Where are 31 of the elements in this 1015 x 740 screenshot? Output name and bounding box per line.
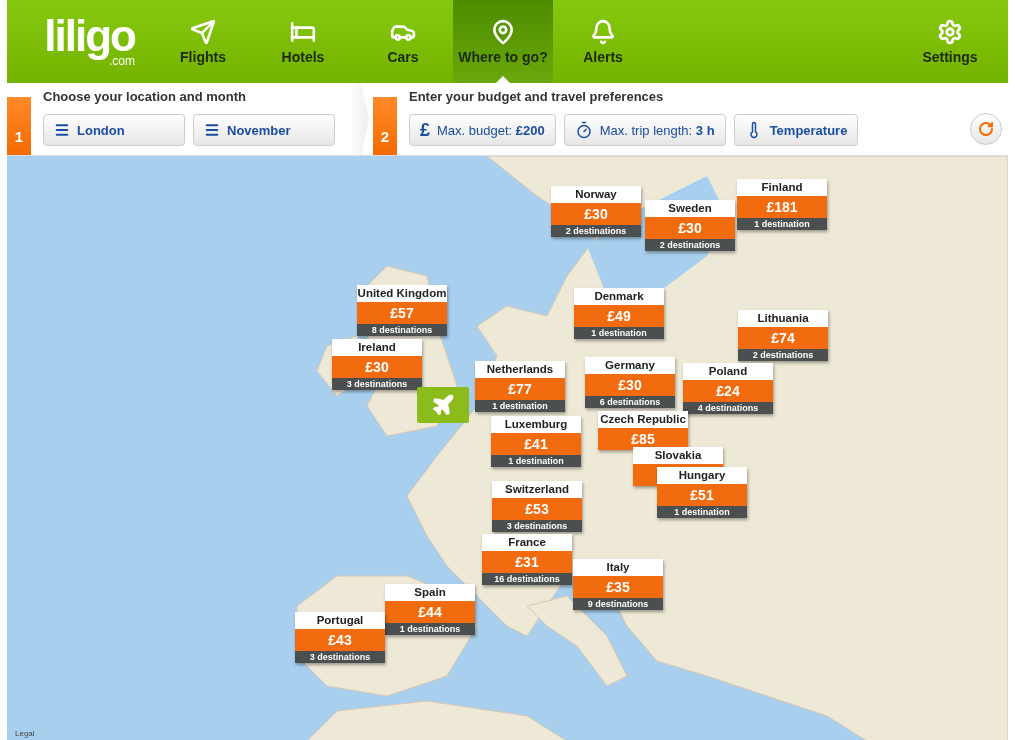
pound-sign-icon: £ [420, 119, 430, 141]
settings-tab[interactable]: Settings [900, 0, 1000, 83]
bell-icon [590, 18, 616, 45]
refresh-icon [978, 121, 994, 137]
step-number: 2 [373, 97, 397, 155]
filter-button[interactable]: Temperature [733, 114, 859, 146]
paper-plane-icon [190, 18, 216, 45]
filter-button[interactable]: £ Max. budget: £200 [409, 114, 556, 146]
dropdown-button[interactable]: London [43, 114, 185, 146]
nav-tab[interactable]: Where to go? [453, 0, 553, 83]
dropdown-button[interactable]: November [193, 114, 335, 146]
menu-icon [54, 122, 70, 138]
tab-pointer [496, 76, 510, 83]
filter-button[interactable]: Max. trip length: 3 h [563, 114, 726, 146]
step-number: 1 [7, 97, 31, 155]
map-pin-icon [490, 18, 516, 45]
step-title: Choose your location and month [43, 89, 247, 104]
legal-link[interactable]: Legal [15, 729, 35, 738]
stopwatch-icon [574, 121, 593, 139]
nav-tab[interactable]: Alerts [553, 0, 653, 83]
settings-icon [937, 18, 963, 45]
menu-icon [204, 122, 220, 138]
nav-tab[interactable]: Flights [153, 0, 253, 83]
map[interactable] [7, 156, 1008, 740]
refresh-button[interactable] [970, 113, 1002, 145]
nav-tab[interactable]: Cars [353, 0, 453, 83]
origin-flag[interactable] [417, 387, 469, 423]
nav-tab[interactable]: Hotels [253, 0, 353, 83]
airplane-icon [431, 393, 455, 417]
step-title: Enter your budget and travel preferences [409, 89, 665, 104]
logo-suffix: .com [109, 53, 135, 68]
